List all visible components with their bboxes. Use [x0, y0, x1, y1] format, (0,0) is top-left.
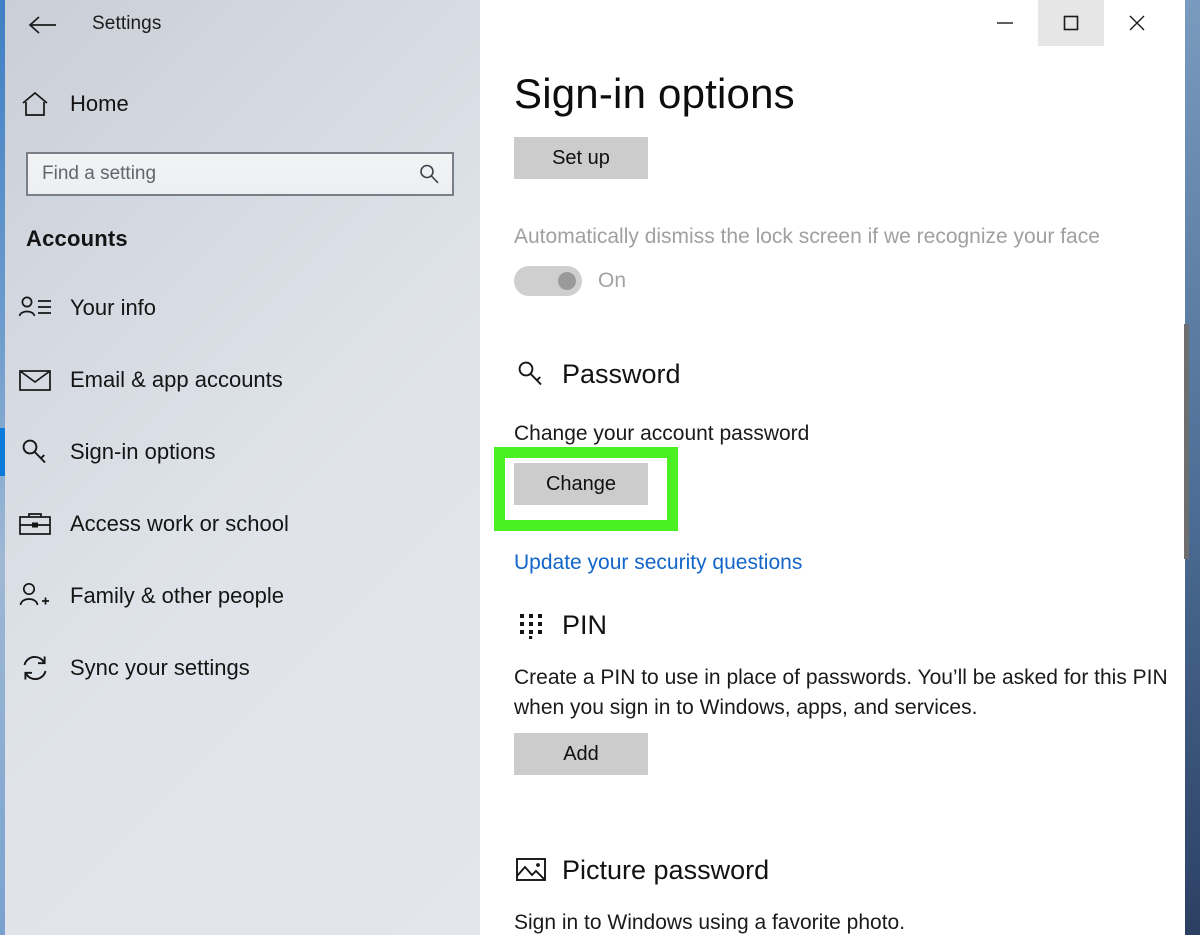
sidebar-nav-list: Your info Email & app accounts Sign-in o…: [0, 272, 480, 704]
search-box[interactable]: [26, 152, 454, 196]
maximize-icon[interactable]: [1038, 0, 1104, 46]
picture-password-description: Sign in to Windows using a favorite phot…: [514, 911, 906, 934]
picture-password-section-heading: Picture password: [514, 853, 769, 887]
update-security-questions-link[interactable]: Update your security questions: [514, 551, 802, 575]
sidebar-item-label: Your info: [70, 295, 157, 320]
close-icon[interactable]: [1104, 0, 1170, 46]
add-pin-button[interactable]: Add: [514, 733, 648, 775]
settings-window: Settings Home Accounts: [0, 0, 1200, 935]
sidebar-titlebar: Settings: [0, 0, 480, 48]
pin-heading-label: PIN: [562, 609, 608, 640]
main-scrollbar[interactable]: [1180, 46, 1192, 935]
briefcase-icon: [0, 510, 70, 538]
sidebar-item-home-label: Home: [70, 91, 129, 116]
sidebar-item-label: Email & app accounts: [70, 367, 283, 392]
password-heading-label: Password: [562, 358, 681, 389]
toggle-state-label: On: [598, 269, 627, 292]
key-icon: [0, 437, 70, 467]
page-title: Sign-in options: [514, 70, 795, 117]
sidebar-item-label: Sync your settings: [70, 655, 250, 680]
sidebar-item-sync-your-settings[interactable]: Sync your settings: [0, 632, 480, 704]
user-add-icon: [0, 581, 70, 611]
windows-hello-toggle[interactable]: [514, 266, 582, 296]
pin-section-heading: PIN: [514, 608, 607, 642]
sidebar-item-label: Family & other people: [70, 583, 284, 608]
sidebar-item-access-work-or-school[interactable]: Access work or school: [0, 488, 480, 560]
user-info-icon: [0, 295, 70, 321]
windows-hello-toggle-row: On: [514, 266, 626, 296]
sidebar-item-label: Sign-in options: [70, 439, 216, 464]
sidebar-item-family-other-people[interactable]: Family & other people: [0, 560, 480, 632]
sidebar-item-email-app-accounts[interactable]: Email & app accounts: [0, 344, 480, 416]
sync-icon: [0, 653, 70, 683]
change-password-button[interactable]: Change: [514, 463, 648, 505]
sidebar-item-sign-in-options[interactable]: Sign-in options: [0, 416, 480, 488]
picture-icon: [514, 853, 548, 887]
app-title: Settings: [92, 13, 162, 34]
pin-description: Create a PIN to use in place of password…: [514, 666, 1168, 719]
password-section-heading: Password: [514, 357, 681, 391]
window-controls: [972, 0, 1170, 46]
sidebar: Settings Home Accounts: [0, 0, 480, 935]
envelope-icon: [0, 367, 70, 393]
sidebar-item-home[interactable]: Home: [0, 78, 480, 130]
picture-password-heading-label: Picture password: [562, 854, 770, 885]
home-icon: [0, 90, 70, 118]
set-up-button[interactable]: Set up: [514, 137, 648, 179]
key-icon: [514, 357, 548, 391]
sidebar-item-label: Access work or school: [70, 511, 289, 536]
minimize-icon[interactable]: [972, 0, 1038, 46]
keypad-dots-icon: [514, 608, 548, 642]
back-arrow-icon[interactable]: [25, 8, 59, 42]
sidebar-item-your-info[interactable]: Your info: [0, 272, 480, 344]
sidebar-section-title: Accounts: [26, 226, 128, 251]
scrollbar-thumb[interactable]: [1184, 324, 1189, 559]
search-input[interactable]: [28, 163, 406, 185]
password-description: Change your account password: [514, 422, 810, 445]
windows-hello-description: Automatically dismiss the lock screen if…: [514, 225, 1100, 248]
search-icon[interactable]: [406, 154, 452, 194]
toggle-knob: [558, 272, 576, 290]
